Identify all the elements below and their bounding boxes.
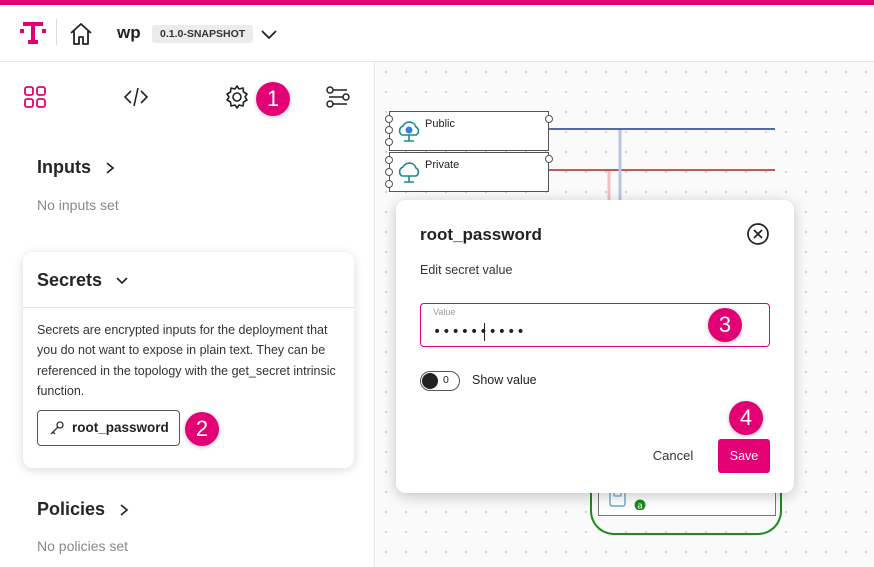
secrets-title: Secrets bbox=[37, 270, 103, 290]
node-port[interactable] bbox=[385, 156, 393, 164]
show-value-label: Show value bbox=[472, 373, 537, 387]
inputs-header[interactable]: Inputs bbox=[37, 157, 116, 178]
policies-empty-text: No policies set bbox=[37, 538, 129, 554]
topology-icon[interactable] bbox=[325, 84, 351, 110]
step-badge-3: 3 bbox=[708, 308, 742, 342]
card-divider bbox=[23, 307, 354, 308]
node-port[interactable] bbox=[545, 155, 553, 163]
text-caret bbox=[484, 323, 485, 341]
telekom-logo bbox=[20, 22, 46, 44]
node-port[interactable] bbox=[545, 115, 553, 123]
app-name: wp bbox=[117, 23, 141, 42]
node-label: Private bbox=[425, 159, 460, 171]
close-icon[interactable] bbox=[746, 222, 770, 246]
app-header: wp 0.1.0-SNAPSHOT bbox=[0, 5, 874, 62]
cloud-icon bbox=[398, 121, 420, 142]
node-port[interactable] bbox=[385, 168, 393, 176]
policies-header[interactable]: Policies bbox=[37, 499, 130, 520]
header-divider bbox=[56, 19, 57, 45]
inputs-empty-text: No inputs set bbox=[37, 197, 119, 213]
cancel-button[interactable]: Cancel bbox=[644, 443, 702, 467]
secrets-description: Secrets are encrypted inputs for the dep… bbox=[37, 323, 336, 398]
step-badge-2: 2 bbox=[185, 412, 219, 446]
edit-secret-dialog: root_password Edit secret value Value 3 … bbox=[396, 200, 794, 493]
code-icon[interactable] bbox=[123, 84, 149, 110]
secrets-header[interactable]: Secrets bbox=[37, 270, 129, 291]
panel-toolbar bbox=[0, 62, 375, 132]
policies-title: Policies bbox=[37, 499, 106, 519]
secret-item-label: root_password bbox=[72, 420, 169, 435]
toggle-knob bbox=[422, 373, 438, 389]
secret-value-input[interactable] bbox=[433, 322, 683, 342]
gear-icon[interactable] bbox=[224, 84, 250, 110]
node-label: Public bbox=[425, 118, 455, 130]
chevron-right-icon bbox=[120, 504, 129, 516]
dialog-subtitle: Edit secret value bbox=[420, 263, 513, 277]
node-port[interactable] bbox=[385, 115, 393, 123]
inputs-title: Inputs bbox=[37, 157, 91, 177]
save-button[interactable]: Save bbox=[718, 439, 770, 473]
key-icon bbox=[50, 421, 64, 435]
chevron-down-icon bbox=[116, 277, 128, 285]
chevron-down-icon[interactable] bbox=[259, 25, 279, 43]
step-badge-4: 4 bbox=[729, 401, 763, 435]
grid-icon[interactable] bbox=[22, 84, 48, 110]
dialog-title: root_password bbox=[420, 225, 542, 244]
node-port[interactable] bbox=[385, 138, 393, 146]
step-badge-1: 1 bbox=[256, 82, 290, 116]
home-icon[interactable] bbox=[68, 21, 94, 47]
network-node-public[interactable]: Public bbox=[389, 111, 549, 151]
show-value-toggle[interactable]: 0 bbox=[420, 371, 460, 391]
secret-item-root-password[interactable]: root_password bbox=[37, 410, 180, 446]
node-port[interactable] bbox=[385, 126, 393, 134]
left-panel: 1 Inputs No inputs set Secrets Secrets a… bbox=[0, 62, 375, 567]
field-label: Value bbox=[433, 307, 456, 317]
chevron-right-icon bbox=[106, 162, 115, 174]
version-badge: 0.1.0-SNAPSHOT bbox=[152, 25, 254, 43]
node-port[interactable] bbox=[385, 180, 393, 188]
cloud-icon bbox=[398, 162, 420, 183]
node-status-badge: a bbox=[637, 502, 643, 511]
network-node-private[interactable]: Private bbox=[389, 152, 549, 192]
toggle-state: 0 bbox=[443, 374, 449, 386]
